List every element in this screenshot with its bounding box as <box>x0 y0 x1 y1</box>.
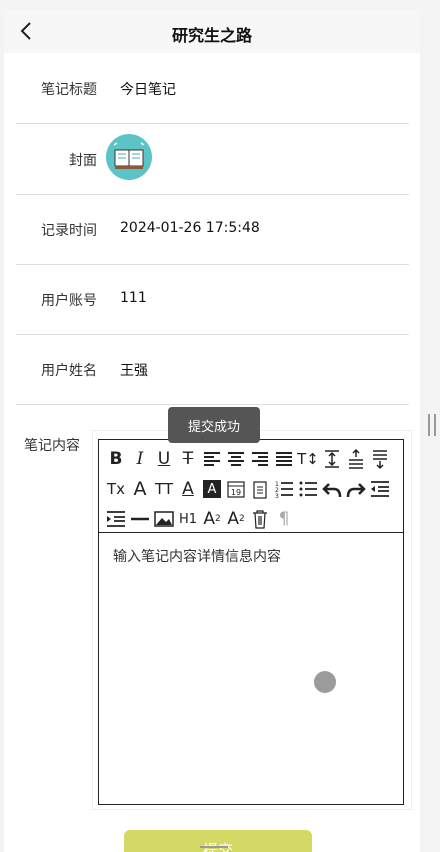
name-row: 用户姓名 王强 <box>16 334 409 405</box>
success-toast: 提交成功 <box>168 407 260 443</box>
align-right-icon[interactable] <box>249 448 271 470</box>
trash-icon[interactable] <box>249 508 271 530</box>
page-title: 研究生之路 <box>171 26 252 45</box>
title-label: 笔记标题 <box>41 82 97 98</box>
resize-handle[interactable] <box>428 414 436 436</box>
rich-text-editor: B I U T T↕ Tx A TT A A 19 123 H1 A 2 A 2… <box>92 430 412 810</box>
time-row: 记录时间 2024-01-26 17:5:48 <box>16 194 409 265</box>
time-value: 2024-01-26 17:5:48 <box>120 220 260 236</box>
cover-image[interactable] <box>106 134 152 180</box>
outdent-icon[interactable] <box>369 478 391 500</box>
svg-text:3: 3 <box>275 493 279 500</box>
cover-label: 封面 <box>69 153 97 169</box>
account-row: 用户账号 111 <box>16 264 409 335</box>
align-justify-icon[interactable] <box>273 448 295 470</box>
font-resize-icon[interactable]: TT <box>153 478 175 500</box>
date-icon-label: 19 <box>231 488 241 497</box>
editor-box: B I U T T↕ Tx A TT A A 19 123 H1 A 2 A 2… <box>98 439 404 805</box>
bold-icon[interactable]: B <box>105 448 127 470</box>
account-value: 111 <box>120 290 147 306</box>
clipboard-icon[interactable] <box>249 478 271 500</box>
ordered-list-icon[interactable]: 123 <box>273 478 295 500</box>
editor-toolbar: B I U T T↕ Tx A TT A A 19 123 H1 A 2 A 2… <box>99 440 403 533</box>
underline-icon[interactable]: U <box>153 448 175 470</box>
touch-cursor-icon <box>314 671 336 693</box>
cover-row: 封面 <box>16 124 409 195</box>
horizontal-line-icon[interactable] <box>129 508 151 530</box>
font-size-icon[interactable]: T↕ <box>297 448 319 470</box>
redo-icon[interactable] <box>345 478 367 500</box>
image-icon[interactable] <box>153 508 175 530</box>
book-icon <box>113 142 145 169</box>
font-color-icon[interactable]: A <box>177 478 199 500</box>
content-label: 笔记内容 <box>24 438 80 454</box>
home-indicator <box>200 846 228 848</box>
date-icon[interactable]: 19 <box>225 478 247 500</box>
unordered-list-icon[interactable] <box>297 478 319 500</box>
line-height-icon[interactable] <box>321 448 343 470</box>
undo-icon[interactable] <box>321 478 343 500</box>
title-row: 笔记标题 今日笔记 <box>16 53 409 124</box>
submit-button[interactable]: 提交 <box>124 830 312 852</box>
superscript-icon[interactable]: A2 <box>225 508 247 530</box>
account-label: 用户账号 <box>41 293 97 309</box>
align-center-icon[interactable] <box>225 448 247 470</box>
align-left-icon[interactable] <box>201 448 223 470</box>
subscript-icon[interactable]: A2 <box>201 508 223 530</box>
title-input[interactable]: 今日笔记 <box>120 79 176 99</box>
time-label: 记录时间 <box>41 223 97 239</box>
clear-format-icon[interactable]: Tx <box>105 478 127 500</box>
italic-icon[interactable]: I <box>129 448 151 470</box>
heading-icon[interactable]: H1 <box>177 508 199 530</box>
nav-bar: 研究生之路 <box>4 10 420 53</box>
strikethrough-icon[interactable]: T <box>177 448 199 470</box>
indent-icon[interactable] <box>105 508 127 530</box>
background-color-icon[interactable]: A <box>203 480 221 498</box>
font-family-icon[interactable]: A <box>129 478 151 500</box>
pilcrow-icon[interactable]: ¶ <box>273 508 295 530</box>
content-input[interactable]: 输入笔记内容详情信息内容 <box>113 546 281 566</box>
name-value: 王强 <box>120 363 148 379</box>
name-label: 用户姓名 <box>41 363 97 379</box>
paragraph-after-icon[interactable] <box>369 448 391 470</box>
paragraph-before-icon[interactable] <box>345 448 367 470</box>
